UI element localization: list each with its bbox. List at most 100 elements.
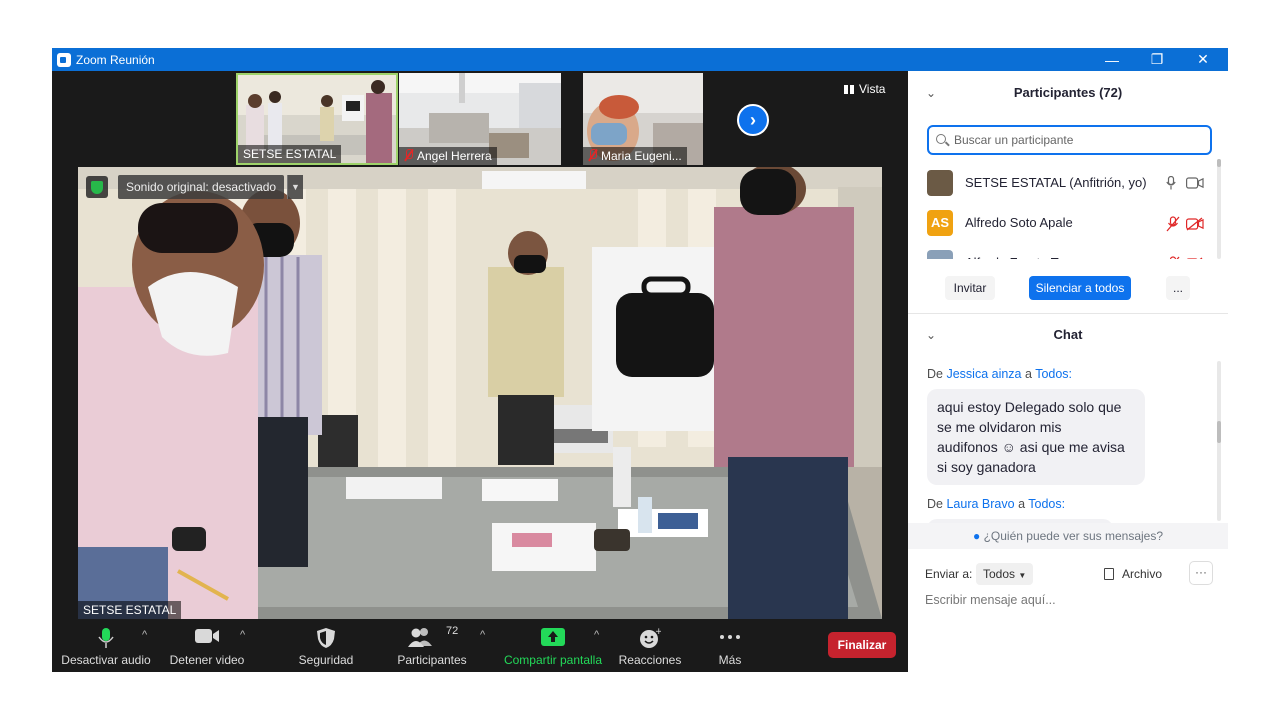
thumbnail-name: SETSE ESTATAL (238, 145, 342, 163)
participants-options-caret[interactable]: ^ (480, 629, 485, 641)
thumbnail-name: Angel Herrera (399, 147, 497, 165)
restore-button[interactable]: ❐ (1134, 48, 1180, 71)
search-placeholder: Buscar un participante (954, 133, 1074, 147)
recipient-name: Todos: (1035, 367, 1073, 381)
participant-row[interactable]: Alfredo Zarate Tr... (908, 245, 1220, 259)
video-stage: SETSE ESTATAL Angel Herrera Maria Eugeni… (52, 71, 908, 672)
avatar: AS (927, 210, 953, 236)
participants-more-button[interactable]: ... (1166, 276, 1190, 300)
stop-video-label: Detener video (169, 653, 245, 667)
view-label: Vista (859, 82, 886, 96)
original-sound-button[interactable]: Sonido original: desactivado (118, 175, 285, 199)
collapse-chevron-icon[interactable]: ⌄ (926, 73, 936, 113)
reactions-button[interactable]: + Reacciones (612, 621, 688, 671)
collapse-chevron-icon[interactable]: ⌄ (926, 315, 936, 355)
main-video: Sonido original: desactivado ▼ SETSE EST… (78, 167, 882, 619)
next-page-button[interactable]: › (737, 104, 769, 136)
more-dots-icon (720, 635, 740, 639)
security-button[interactable]: Seguridad (286, 621, 366, 671)
mute-all-button[interactable]: Silenciar a todos (1029, 276, 1131, 300)
camera-off-icon[interactable] (1186, 257, 1204, 259)
more-button[interactable]: Más (704, 621, 756, 671)
encryption-shield-icon[interactable] (86, 176, 108, 198)
close-button[interactable]: ✕ (1180, 48, 1226, 71)
message-sender-line: De Laura Bravo a Todos: (927, 497, 1066, 511)
participants-icon (408, 628, 432, 647)
window-title: Zoom Reunión (76, 52, 155, 67)
participants-title: Participantes (72) (1013, 85, 1123, 100)
microphone-icon[interactable] (1166, 176, 1176, 190)
end-meeting-button[interactable]: Finalizar (828, 632, 896, 658)
original-sound-dropdown[interactable]: ▼ (287, 175, 303, 199)
svg-text:+: + (655, 627, 661, 637)
more-label: Más (718, 653, 742, 667)
audio-options-caret[interactable]: ^ (142, 629, 147, 641)
chat-scroll-thumb[interactable] (1217, 421, 1221, 443)
share-screen-icon (541, 628, 565, 646)
view-button[interactable]: Vista (844, 82, 885, 96)
speaker-name: SETSE ESTATAL (78, 601, 182, 619)
participant-search-input[interactable]: Buscar un participante (927, 125, 1212, 155)
video-camera-icon (195, 629, 219, 643)
chat-message-bubble: aqui estoy Delegado solo que se me olvid… (927, 389, 1145, 485)
avatar (927, 170, 953, 196)
participant-name: Alfredo Zarate Tr... (965, 245, 1073, 259)
sender-name[interactable]: Laura Bravo (946, 497, 1014, 511)
mic-muted-icon (588, 149, 597, 161)
chat-title: Chat (1053, 327, 1083, 342)
mute-audio-button[interactable]: Desactivar audio (60, 621, 152, 671)
participants-label: Participantes (397, 653, 467, 667)
recipient-name: Todos: (1028, 497, 1066, 511)
microphone-icon (98, 628, 114, 648)
title-bar: Zoom Reunión — ❐ ✕ (52, 48, 1228, 71)
participant-name: SETSE ESTATAL (Anfitrión, yo) (965, 175, 1147, 190)
zoom-window: Zoom Reunión — ❐ ✕ SETSE ESTATAL Angel H… (52, 48, 1228, 672)
camera-off-icon[interactable] (1186, 217, 1204, 231)
send-to-row: Enviar a: Todos ▼ Archivo ··· (908, 559, 1228, 589)
mute-audio-label: Desactivar audio (61, 653, 151, 667)
send-to-dropdown[interactable]: Todos ▼ (976, 563, 1034, 585)
side-panel: ⌄ Participantes (72) Buscar un participa… (908, 71, 1228, 672)
chat-more-button[interactable]: ··· (1189, 561, 1213, 585)
participants-button[interactable]: 72 Participantes (392, 621, 472, 671)
chevron-right-icon: › (750, 109, 756, 130)
file-icon (1104, 568, 1114, 580)
mic-muted-icon[interactable] (1166, 216, 1180, 232)
video-camera-icon[interactable] (1186, 177, 1204, 189)
participants-scrollbar[interactable] (1217, 159, 1221, 259)
smiley-icon: + (640, 627, 661, 648)
sender-name[interactable]: Jessica ainza (946, 367, 1021, 381)
chat-message-input[interactable]: Escribir mensaje aquí... (925, 593, 1056, 607)
participant-row[interactable]: AS Alfredo Soto Apale (908, 205, 1220, 243)
thumbnail-angel-herrera[interactable]: Angel Herrera (399, 73, 561, 165)
invite-button[interactable]: Invitar (945, 276, 995, 300)
thumbnail-setse-estatal[interactable]: SETSE ESTATAL (236, 73, 398, 165)
reactions-label: Reacciones (618, 653, 682, 667)
mic-muted-icon (404, 149, 413, 161)
chat-header: ⌄ Chat (908, 315, 1228, 355)
participant-name: Alfredo Soto Apale (965, 215, 1073, 230)
participants-header: ⌄ Participantes (72) (908, 73, 1228, 113)
share-screen-button[interactable]: Compartir pantalla (498, 621, 608, 671)
share-options-caret[interactable]: ^ (594, 629, 599, 641)
thumbnail-maria-eugenia[interactable]: Maria Eugeni... (583, 73, 703, 165)
avatar (927, 250, 953, 259)
participants-scroll-thumb[interactable] (1217, 159, 1221, 167)
meeting-toolbar: Desactivar audio ^ Detener video ^ Segur… (52, 619, 908, 672)
send-to-label: Enviar a: (925, 567, 973, 581)
chevron-down-icon: ▼ (1018, 571, 1027, 580)
person-lock-icon: ● (972, 529, 981, 543)
minimize-button[interactable]: — (1089, 48, 1135, 71)
participant-row[interactable]: SETSE ESTATAL (Anfitrión, yo) (908, 165, 1220, 203)
zoom-app-icon (57, 52, 71, 67)
share-screen-label: Compartir pantalla (503, 653, 603, 667)
search-icon (936, 134, 946, 144)
file-button[interactable]: Archivo (1104, 563, 1162, 585)
participant-list: SETSE ESTATAL (Anfitrión, yo) AS Alfredo… (908, 163, 1220, 259)
stop-video-button[interactable]: Detener video (162, 621, 252, 671)
chat-messages: De Jessica ainza a Todos: aqui estoy Del… (908, 359, 1220, 523)
who-can-see-messages[interactable]: ● ¿Quién puede ver sus mensajes? (908, 523, 1228, 549)
chevron-down-icon: ▼ (291, 182, 300, 192)
video-options-caret[interactable]: ^ (240, 629, 245, 641)
mic-muted-icon[interactable] (1166, 256, 1180, 259)
